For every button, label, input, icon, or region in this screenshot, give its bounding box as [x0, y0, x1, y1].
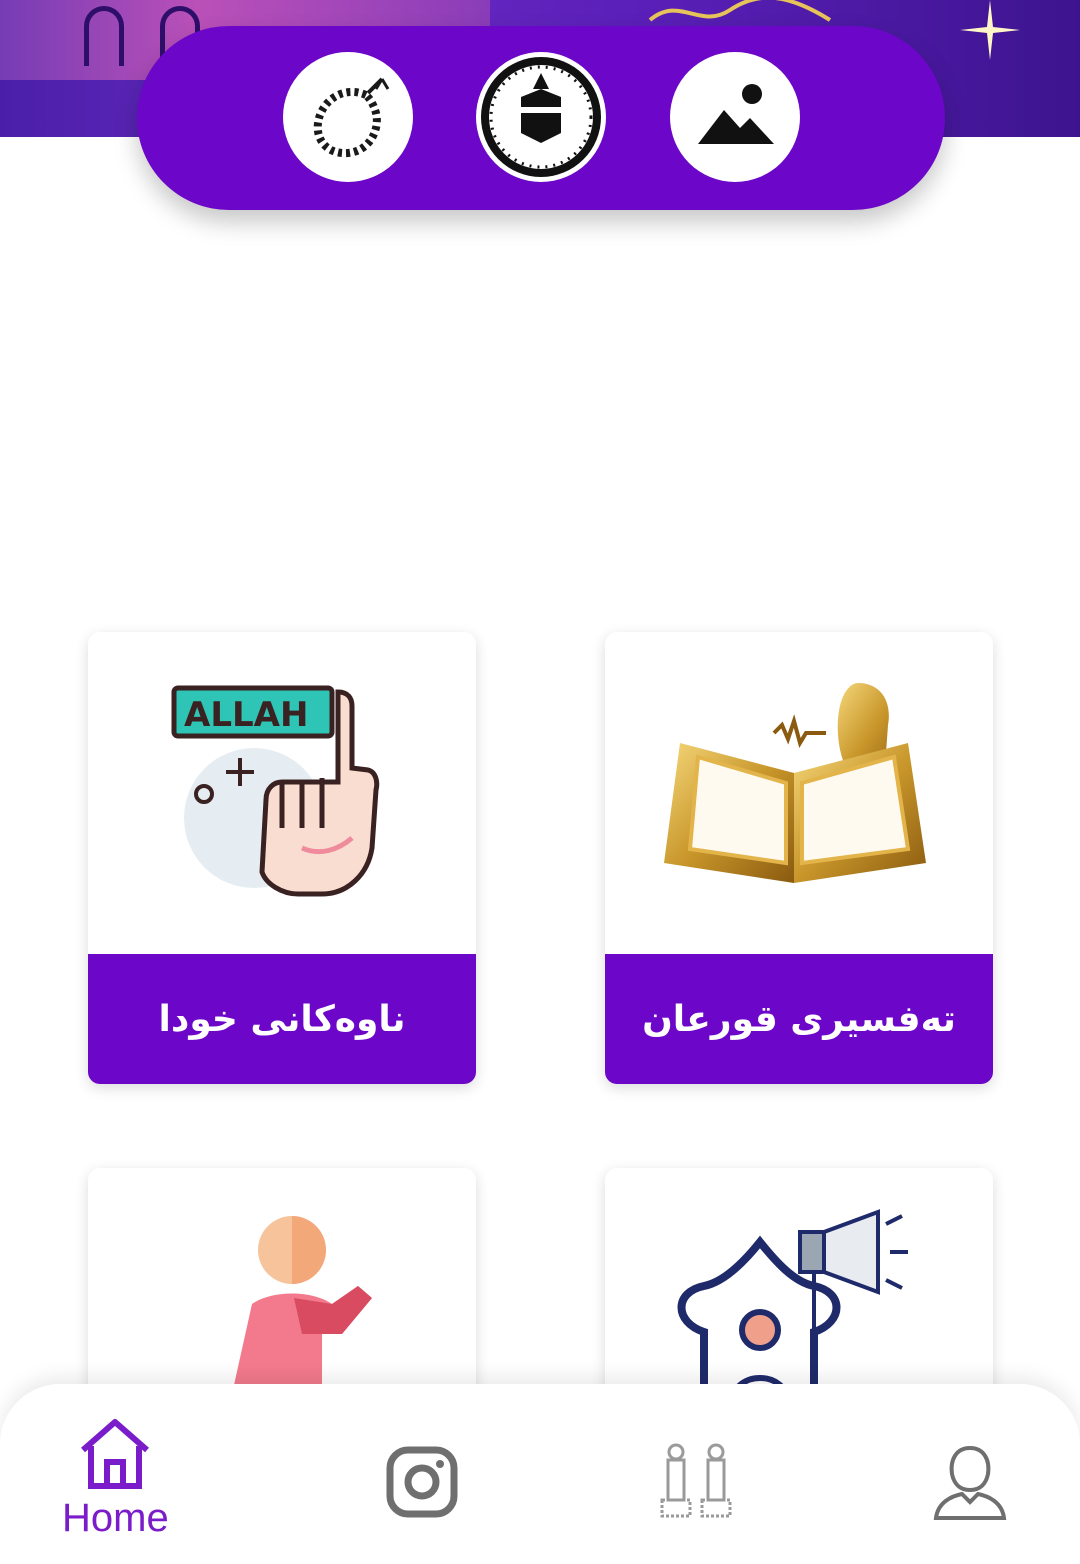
arch-decoration [84, 6, 124, 66]
card-label: تەفسیری قورعان [605, 954, 993, 1084]
gallery-button[interactable] [670, 52, 800, 182]
kaaba-compass-icon [481, 57, 601, 177]
quick-actions-bar [137, 26, 945, 210]
svg-text:ALLAH: ALLAH [184, 695, 308, 735]
image-icon [698, 84, 774, 144]
prayer-figures-icon [660, 1443, 732, 1518]
home-icon [81, 1419, 150, 1489]
nav-home-label: Home [62, 1496, 169, 1540]
tasbih-button[interactable] [283, 52, 413, 182]
card-names-of-god[interactable]: ALLAH ناوەکانی خودا [88, 632, 476, 1084]
nav-prayer[interactable] [654, 1442, 744, 1564]
nav-profile[interactable] [930, 1442, 1010, 1564]
bottom-navigation: Home [0, 1384, 1080, 1564]
prayer-beads-icon [313, 77, 390, 158]
nav-home[interactable]: Home [62, 1414, 169, 1554]
allah-hand-icon: ALLAH [171, 685, 380, 897]
card-label: ناوەکانی خودا [88, 954, 476, 1084]
qibla-button[interactable] [476, 52, 606, 182]
sparkle-icon [960, 0, 1020, 60]
user-icon [933, 1445, 1007, 1520]
card-image [605, 632, 993, 954]
card-image: ALLAH [88, 632, 476, 954]
card-quran-tafsir[interactable]: تەفسیری قورعان [605, 632, 993, 1084]
nav-instagram[interactable] [386, 1446, 458, 1564]
quran-reciter-icon [664, 683, 926, 883]
mosque-megaphone-icon [677, 1209, 908, 1402]
praying-person-icon [232, 1216, 372, 1394]
instagram-icon [386, 1446, 458, 1518]
